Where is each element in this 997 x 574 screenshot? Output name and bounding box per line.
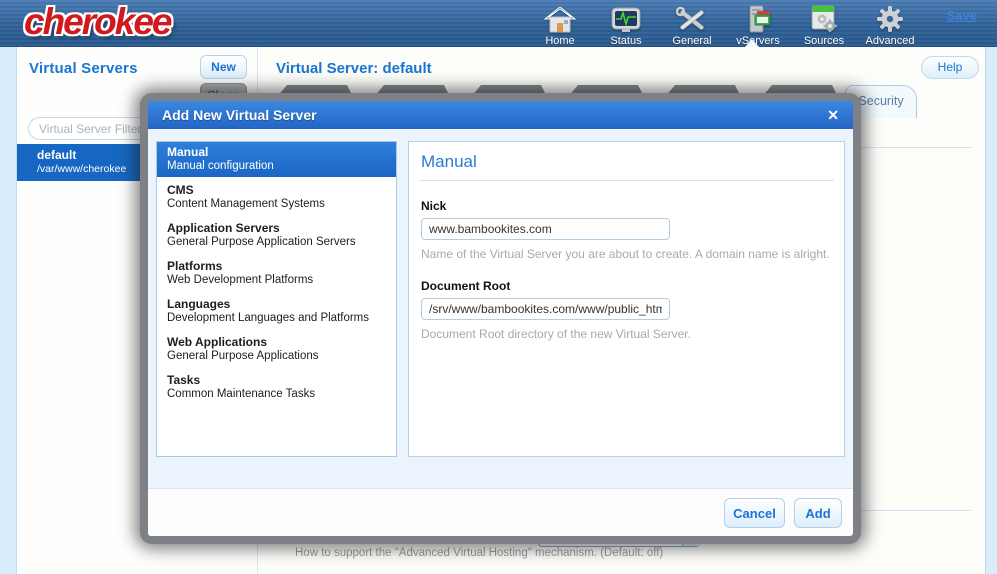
docroot-input[interactable]: [421, 298, 670, 320]
manual-config-panel: Manual Nick Name of the Virtual Server y…: [408, 141, 845, 457]
vservers-icon: [743, 5, 773, 33]
menu-item-cms[interactable]: CMS Content Management Systems: [157, 180, 396, 215]
general-icon: [676, 5, 708, 33]
nav-label: Advanced: [866, 35, 915, 47]
nav-item-advanced[interactable]: Advanced: [862, 5, 918, 47]
nav-item-general[interactable]: General: [664, 5, 720, 47]
menu-item-subtitle: Web Development Platforms: [167, 273, 386, 287]
menu-item-subtitle: General Purpose Applications: [167, 349, 386, 363]
nav-label: Status: [610, 35, 641, 47]
method-help-text: How to support the "Advanced Virtual Hos…: [295, 547, 663, 559]
close-icon[interactable]: ✕: [827, 101, 839, 129]
current-section-pointer: [745, 39, 759, 47]
sources-icon: [809, 5, 839, 33]
menu-item-subtitle: Development Languages and Platforms: [167, 311, 386, 325]
docroot-field-group: Document Root Document Root directory of…: [421, 279, 834, 341]
cancel-button[interactable]: Cancel: [724, 498, 785, 528]
menu-item-languages[interactable]: Languages Development Languages and Plat…: [157, 294, 396, 329]
menu-item-subtitle: Common Maintenance Tasks: [167, 387, 386, 401]
dialog-title: Add New Virtual Server: [148, 101, 853, 129]
docroot-label: Document Root: [421, 279, 834, 293]
add-new-vserver-dialog: Add New Virtual Server ✕ Manual Manual c…: [140, 93, 861, 544]
nav-label: Sources: [804, 35, 844, 47]
advanced-icon: [875, 5, 905, 33]
top-header-bar: cherokee Home Stat: [0, 0, 997, 47]
menu-item-title: Tasks: [167, 373, 386, 387]
home-icon: [544, 5, 576, 33]
dialog-titlebar[interactable]: Add New Virtual Server ✕: [148, 101, 853, 129]
menu-item-title: Platforms: [167, 259, 386, 273]
menu-item-tasks[interactable]: Tasks Common Maintenance Tasks: [157, 370, 396, 405]
nav-label: Home: [545, 35, 574, 47]
menu-item-application-servers[interactable]: Application Servers General Purpose Appl…: [157, 218, 396, 253]
nick-input[interactable]: [421, 218, 670, 240]
nav-item-status[interactable]: Status: [598, 5, 654, 47]
nav-label: General: [672, 35, 711, 47]
panel-heading: Manual: [419, 150, 834, 181]
menu-item-title: Web Applications: [167, 335, 386, 349]
help-button[interactable]: Help: [921, 56, 979, 79]
menu-item-title: Languages: [167, 297, 386, 311]
menu-item-platforms[interactable]: Platforms Web Development Platforms: [157, 256, 396, 291]
left-edge-strip: [0, 47, 17, 574]
menu-item-title: Manual: [167, 145, 386, 159]
sidebar-title: Virtual Servers: [29, 60, 138, 77]
wizard-category-menu: Manual Manual configuration CMS Content …: [156, 141, 397, 457]
menu-item-subtitle: Content Management Systems: [167, 197, 386, 211]
nav-item-sources[interactable]: Sources: [796, 5, 852, 47]
nick-label: Nick: [421, 199, 834, 213]
nav-item-home[interactable]: Home: [532, 5, 588, 47]
right-edge-strip: [985, 47, 997, 574]
menu-item-title: Application Servers: [167, 221, 386, 235]
menu-item-subtitle: Manual configuration: [167, 159, 386, 173]
page-title: Virtual Server: default: [276, 60, 432, 77]
add-button[interactable]: Add: [794, 498, 842, 528]
dialog-footer: Cancel Add: [148, 488, 853, 536]
new-vserver-button[interactable]: New: [200, 55, 247, 79]
menu-item-title: CMS: [167, 183, 386, 197]
menu-item-subtitle: General Purpose Application Servers: [167, 235, 386, 249]
status-icon: [611, 5, 641, 33]
nick-help-text: Name of the Virtual Server you are about…: [421, 247, 834, 261]
cherokee-logo: cherokee: [24, 1, 171, 43]
section-divider: [858, 510, 971, 511]
save-link[interactable]: Save: [947, 8, 977, 23]
docroot-help-text: Document Root directory of the new Virtu…: [421, 327, 834, 341]
menu-item-manual[interactable]: Manual Manual configuration: [157, 142, 396, 177]
main-nav: Home Status General: [532, 5, 918, 47]
menu-item-web-applications[interactable]: Web Applications General Purpose Applica…: [157, 332, 396, 367]
section-divider: [858, 147, 971, 148]
nick-field-group: Nick Name of the Virtual Server you are …: [421, 199, 834, 261]
